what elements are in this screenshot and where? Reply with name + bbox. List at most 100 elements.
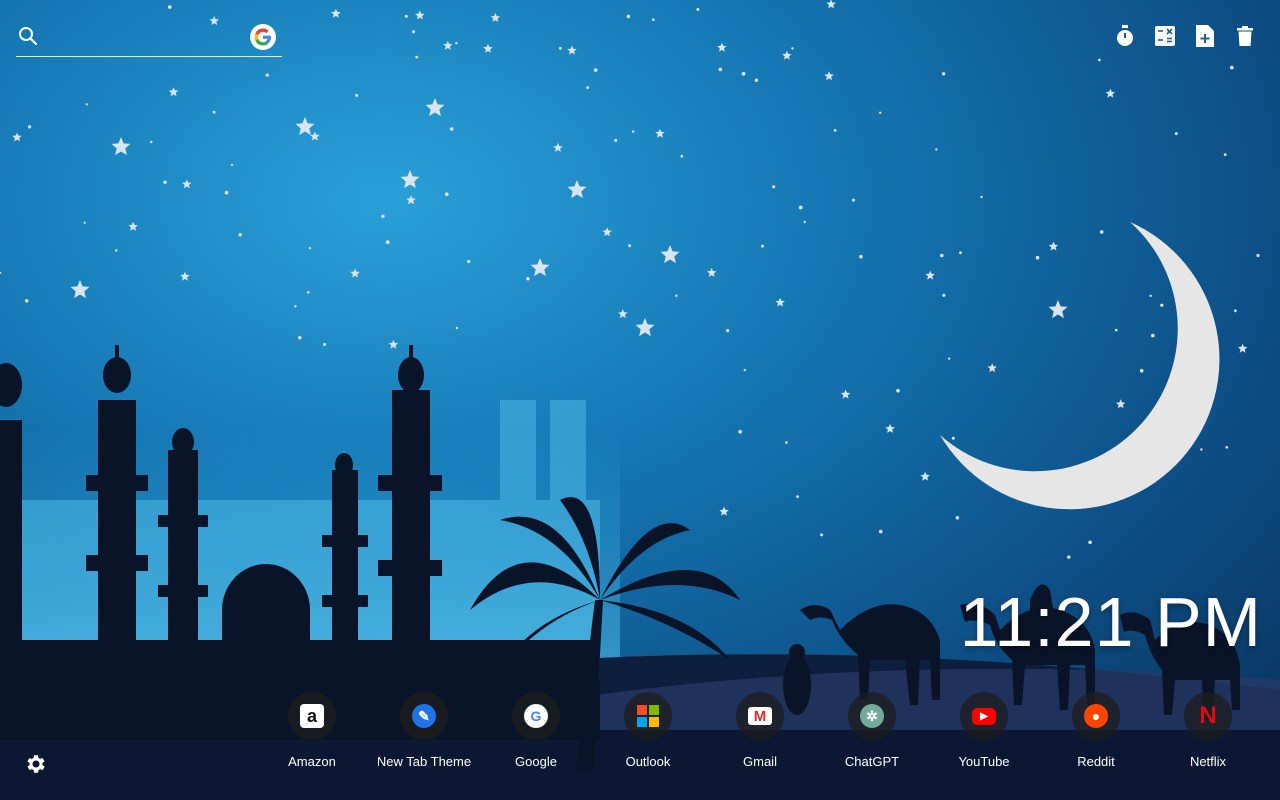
search-engine-button[interactable] (250, 24, 276, 50)
star (238, 233, 242, 237)
star (1035, 255, 1040, 260)
star (719, 506, 729, 516)
star (652, 18, 655, 22)
star (455, 42, 458, 45)
star (467, 259, 471, 264)
star (1160, 303, 1164, 307)
shortcut-youtube[interactable]: ▶ YouTube (928, 692, 1040, 769)
star (388, 339, 399, 349)
star (920, 471, 930, 481)
star (425, 98, 445, 117)
star (1237, 343, 1248, 353)
shortcut-new-tab-theme[interactable]: ✎ New Tab Theme (368, 692, 480, 769)
shortcut-label: Reddit (1077, 754, 1115, 769)
star (833, 129, 837, 132)
star (660, 245, 680, 264)
shortcut-chatgpt[interactable]: ✲ ChatGPT (816, 692, 928, 769)
star (1225, 446, 1229, 449)
star (655, 128, 665, 138)
star (602, 227, 612, 237)
star (1099, 230, 1104, 234)
stopwatch-button[interactable] (1114, 24, 1136, 48)
star (385, 240, 390, 245)
star (941, 72, 946, 76)
star (826, 0, 836, 9)
star (738, 429, 742, 434)
star (163, 180, 167, 184)
star (1256, 253, 1260, 258)
star (310, 131, 320, 141)
star (798, 205, 803, 210)
star (212, 110, 216, 114)
star (530, 258, 550, 277)
star (696, 7, 700, 11)
star (1098, 58, 1101, 62)
star (490, 12, 501, 22)
search-input[interactable] (44, 26, 248, 50)
shortcut-label: New Tab Theme (376, 754, 472, 769)
star (381, 214, 385, 218)
google-icon (254, 28, 271, 46)
star (1139, 368, 1144, 373)
star (761, 244, 764, 248)
star (935, 148, 938, 151)
calculator-button[interactable] (1154, 24, 1176, 48)
star (298, 336, 302, 340)
outlook-icon (636, 704, 660, 728)
star (294, 305, 297, 308)
shortcut-icon-circle: ✎ (400, 692, 448, 740)
star (308, 247, 312, 250)
star (782, 50, 792, 60)
star (1234, 309, 1237, 313)
star (925, 270, 935, 280)
star (455, 326, 459, 330)
star (586, 86, 590, 90)
add-note-button[interactable] (1194, 24, 1216, 48)
star (230, 163, 234, 166)
star (28, 125, 32, 129)
shortcut-reddit[interactable]: ● Reddit (1040, 692, 1152, 769)
star (12, 132, 22, 142)
shortcut-icon-circle: G (512, 692, 560, 740)
shortcut-netflix[interactable]: N Netflix (1152, 692, 1264, 769)
netflix-icon: N (1199, 702, 1217, 729)
star (85, 103, 88, 106)
star (785, 441, 788, 444)
star (1048, 300, 1068, 319)
star (775, 297, 785, 307)
shortcut-amazon[interactable]: a Amazon (256, 692, 368, 769)
star (306, 291, 310, 294)
gear-icon (27, 755, 45, 773)
star (1114, 328, 1118, 332)
shortcut-gmail[interactable]: M Gmail (704, 692, 816, 769)
star (1229, 65, 1234, 70)
settings-button[interactable] (24, 752, 48, 776)
trash-button[interactable] (1234, 24, 1256, 48)
star (824, 71, 834, 81)
add-note-icon (1196, 25, 1214, 47)
shortcut-icon-circle: ✲ (848, 692, 896, 740)
stopwatch-icon (1117, 25, 1133, 46)
star (559, 46, 562, 50)
star (614, 138, 618, 142)
star (115, 249, 118, 252)
star (168, 5, 172, 9)
calculator-icon (1155, 26, 1175, 46)
shortcut-icon-circle: a (288, 692, 336, 740)
star (331, 8, 341, 18)
star (1105, 88, 1116, 98)
shortcut-icon-circle: N (1184, 692, 1232, 740)
shortcut-outlook[interactable]: Outlook (592, 692, 704, 769)
star (896, 388, 900, 393)
star (415, 10, 425, 20)
crescent-moon (940, 222, 1220, 510)
star (443, 40, 453, 50)
star (942, 293, 946, 297)
shortcut-label: ChatGPT (844, 754, 900, 769)
star (803, 220, 806, 224)
chatgpt-icon: ✲ (860, 704, 884, 728)
search-icon[interactable] (18, 26, 38, 46)
shortcut-label: YouTube (958, 754, 1010, 769)
shortcut-google[interactable]: G Google (480, 692, 592, 769)
star (295, 117, 315, 136)
